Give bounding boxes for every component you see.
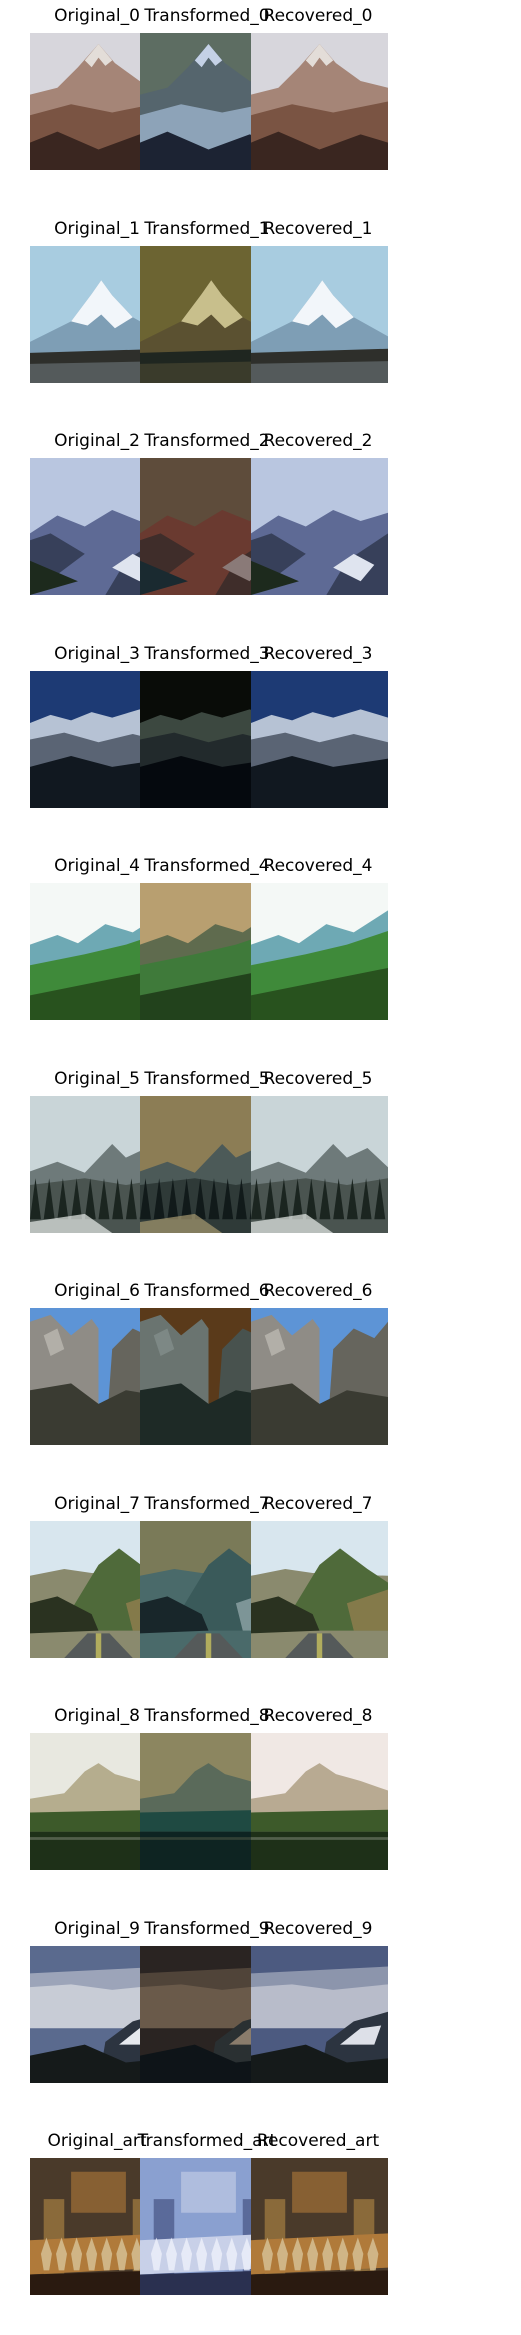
panel-image: [251, 245, 388, 383]
panel-title: Recovered_0: [263, 6, 373, 26]
panel-title: Recovered_9: [263, 1918, 373, 1939]
panel-title: Recovered_8: [263, 1706, 373, 1726]
panel-title: Recovered_6: [263, 1281, 373, 1301]
panel-title: Recovered_7: [263, 1493, 373, 1514]
panel-image: [251, 1095, 388, 1233]
panel-image: [251, 883, 388, 1020]
panel-image: [251, 2158, 388, 2295]
panel-title: Recovered_4: [263, 856, 373, 876]
panel-title: Recovered_art: [256, 2131, 380, 2151]
panel-image: [251, 1520, 388, 1658]
panel-image: [251, 1308, 388, 1445]
panel-title: Recovered_1: [263, 218, 373, 239]
panel-image: [251, 1945, 388, 2083]
panel-title: Recovered_2: [263, 431, 373, 451]
panel-image: [251, 33, 388, 170]
panel-image: [251, 458, 388, 595]
panel-image: [251, 670, 388, 808]
panel-image: [251, 1733, 388, 1870]
panel-title: Recovered_3: [263, 643, 373, 664]
panel-title: Recovered_5: [263, 1068, 373, 1089]
